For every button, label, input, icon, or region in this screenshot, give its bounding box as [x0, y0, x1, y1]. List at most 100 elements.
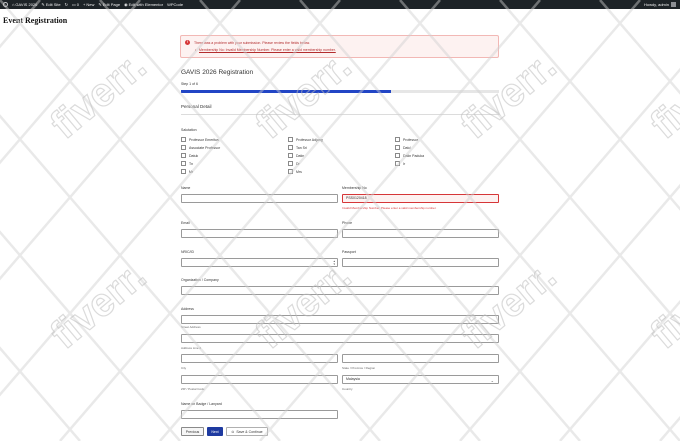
admin-bar-comments[interactable]: ▭ 0	[72, 2, 79, 7]
next-button[interactable]: Next	[207, 427, 223, 436]
checkbox[interactable]	[395, 145, 400, 150]
organization-field[interactable]	[181, 286, 499, 295]
state-label: State / Province / Region	[342, 366, 376, 370]
salutation-option[interactable]: Mrs	[288, 169, 302, 174]
watermark-text: fiverr.	[643, 44, 680, 148]
salutation-option[interactable]: Professor	[395, 137, 418, 142]
admin-bar-customize[interactable]: ↻	[65, 2, 68, 7]
country-label: Country	[342, 387, 353, 391]
admin-bar-edit-site[interactable]: ✎ Edit Site	[41, 2, 60, 7]
checkbox[interactable]	[181, 161, 186, 166]
watermark-line	[499, 0, 680, 211]
nric-stepper[interactable]: ▴ ▾	[181, 258, 338, 267]
watermark-text: fiverr.	[643, 254, 680, 358]
watermark-line	[0, 230, 181, 441]
passport-label: Passport	[342, 250, 356, 254]
checkbox[interactable]	[395, 153, 400, 158]
checkbox[interactable]	[181, 145, 186, 150]
salutation-option[interactable]: Tan Sri	[288, 145, 307, 150]
address-label: Address	[181, 307, 194, 311]
state-field[interactable]	[342, 354, 499, 363]
checkbox[interactable]	[181, 153, 186, 158]
admin-bar-elementor[interactable]: ◉ Edit with Elementor	[124, 2, 163, 7]
salutation-option[interactable]: Tn	[181, 161, 193, 166]
step-indicator: Step 1 of 6	[181, 82, 198, 86]
salutation-option[interactable]: Professor Emeritus	[181, 137, 219, 142]
section-title: Personal Detail	[181, 104, 212, 109]
chevron-down-icon: ⌄	[490, 378, 494, 383]
admin-bar-edit-page[interactable]: ✎ Edit Page	[98, 2, 120, 7]
stepper-arrows-icon[interactable]: ▴ ▾	[333, 260, 335, 266]
salutation-option[interactable]: Datin Paduka	[395, 153, 424, 158]
error-icon: !	[185, 40, 190, 45]
progress-bar	[181, 90, 499, 93]
street-address-field[interactable]	[181, 315, 499, 324]
address-line2-field[interactable]	[181, 334, 499, 343]
city-field[interactable]	[181, 354, 338, 363]
watermark-line	[0, 0, 141, 165]
passport-field[interactable]	[342, 258, 499, 267]
checkbox[interactable]	[288, 153, 293, 158]
save-icon: ⊙	[231, 429, 235, 434]
comment-icon: ▭	[72, 2, 76, 7]
watermark-line	[599, 0, 680, 95]
checkbox[interactable]	[288, 169, 293, 174]
save-continue-button[interactable]: ⊙ Save & Continue	[226, 427, 268, 436]
postal-code-field[interactable]	[181, 375, 338, 384]
street-address-label: Street Address	[181, 325, 201, 329]
email-field[interactable]	[181, 229, 338, 238]
home-icon: ⌂	[12, 2, 15, 7]
admin-bar-account[interactable]: Howdy, admin	[644, 2, 676, 7]
previous-button[interactable]: Previous	[181, 427, 204, 436]
admin-bar-new[interactable]: + New	[83, 2, 94, 7]
postal-code-label: ZIP / Postal Code	[181, 387, 205, 391]
checkbox[interactable]	[181, 137, 186, 142]
email-label: Email	[181, 221, 190, 225]
watermark-line	[0, 346, 81, 441]
country-select[interactable]: Malaysia ⌄	[342, 375, 499, 384]
error-link-membership[interactable]: Membership No: Invalid Membership Number…	[195, 48, 336, 52]
admin-bar-wpcode[interactable]: WPCode	[167, 2, 183, 7]
refresh-icon: ↻	[64, 2, 68, 7]
checkbox[interactable]	[395, 137, 400, 142]
watermark-overlay: fiverr. fiverr. fiverr. fiverr. fiverr. fiver…	[0, 0, 680, 441]
salutation-option[interactable]: Ir	[395, 161, 405, 166]
salutation-option[interactable]: Datuk	[181, 153, 198, 158]
page-title: Event Registration	[3, 16, 68, 25]
name-label: Name	[181, 186, 191, 190]
wordpress-logo-icon[interactable]	[3, 2, 8, 7]
membership-label: Membership No	[342, 186, 367, 190]
salutation-option[interactable]: Mr	[181, 169, 193, 174]
badge-name-label: Name on Badge / Lanyard	[181, 402, 222, 406]
name-input[interactable]	[181, 194, 338, 203]
error-notice: ! There was a problem with your submissi…	[180, 35, 499, 58]
watermark-text: fiverr.	[43, 254, 155, 358]
organization-label: Organization / Company	[181, 278, 219, 282]
badge-name-field[interactable]	[181, 410, 338, 419]
salutation-option[interactable]: Dato'	[395, 145, 411, 150]
error-title: There was a problem with your submission…	[194, 41, 310, 45]
nric-label: NRIC/ID	[181, 250, 195, 254]
watermark-text: fiverr.	[453, 44, 565, 148]
avatar	[671, 2, 676, 7]
checkbox[interactable]	[181, 169, 186, 174]
admin-bar-site-name[interactable]: ⌂ GAVIS 2026	[12, 2, 37, 7]
section-divider	[181, 114, 499, 115]
watermark-line	[659, 415, 680, 441]
checkbox[interactable]	[395, 161, 400, 166]
salutation-label: Salutation	[181, 128, 197, 132]
phone-label: Phone	[342, 221, 353, 225]
salutation-option[interactable]: Professor Adjung	[288, 137, 323, 142]
salutation-option[interactable]: Dr	[288, 161, 300, 166]
salutation-option[interactable]: Associate Professor	[181, 145, 220, 150]
checkbox[interactable]	[288, 161, 293, 166]
salutation-option[interactable]: Datin	[288, 153, 304, 158]
membership-input[interactable]: PSS0120418	[342, 194, 499, 203]
watermark-line	[559, 299, 680, 441]
checkbox[interactable]	[288, 145, 293, 150]
pencil-icon: ✎	[98, 2, 102, 7]
watermark-text: fiverr.	[43, 44, 155, 148]
phone-field[interactable]	[342, 229, 499, 238]
checkbox[interactable]	[288, 137, 293, 142]
admin-bar: ⌂ GAVIS 2026 ✎ Edit Site ↻ ▭ 0 + New ✎ E…	[0, 0, 680, 9]
